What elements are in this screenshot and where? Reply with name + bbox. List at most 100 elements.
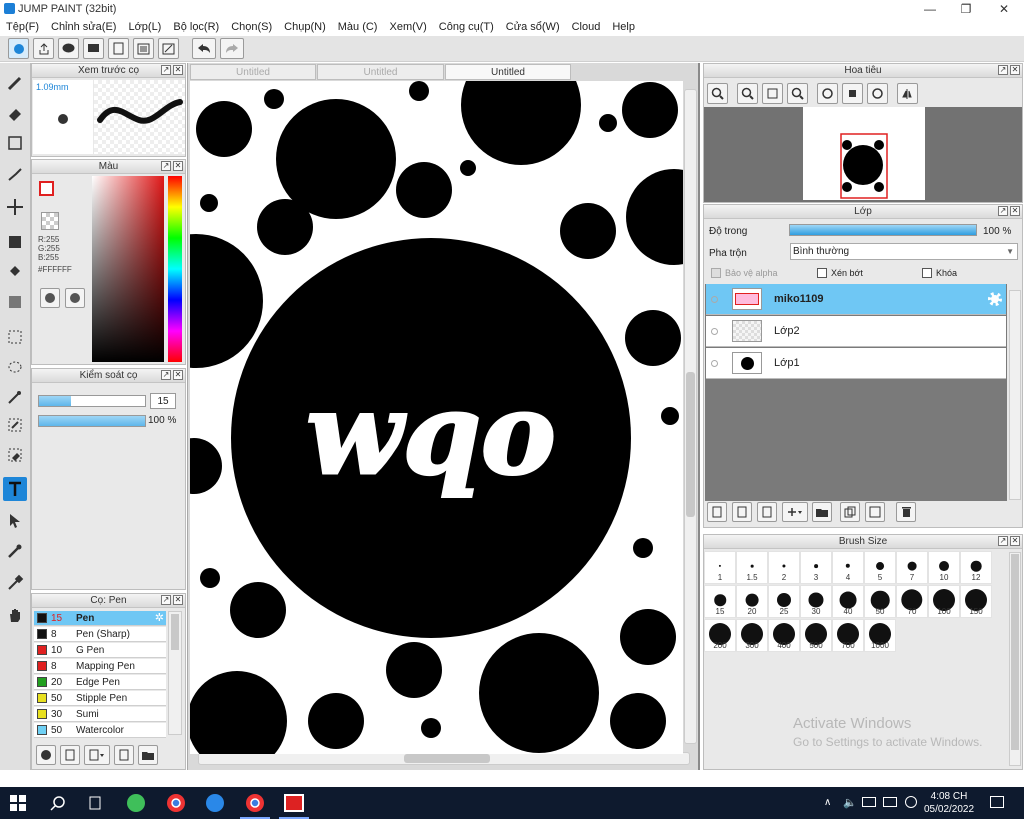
menu-filter[interactable]: Bộ lọc(R) [167, 18, 225, 36]
new-layer-8bit-icon[interactable] [732, 502, 752, 522]
task-view-icon[interactable] [85, 793, 105, 813]
brush-size-input[interactable]: 15 [150, 393, 176, 409]
brush-list-item[interactable]: 50 Watercolor [34, 723, 166, 738]
bucket-tool-icon[interactable] [3, 260, 27, 284]
redo-button[interactable] [220, 38, 244, 59]
brush-size-cell[interactable]: 7 [896, 551, 928, 584]
brush-size-cell[interactable]: 50 [864, 585, 896, 618]
move-tool-icon[interactable] [3, 195, 27, 219]
protect-alpha-checkbox[interactable] [711, 268, 721, 278]
merge-layer-icon[interactable] [865, 502, 885, 522]
layer-list-scrollbar[interactable] [1009, 290, 1021, 500]
brush-list-item[interactable]: 15 Pen ✲ [34, 611, 166, 626]
close-icon[interactable]: ✕ [1010, 536, 1020, 546]
brush-settings-icon[interactable] [36, 745, 56, 765]
brush-list-item[interactable]: 30 Sumi [34, 707, 166, 722]
new-brush-icon[interactable] [60, 745, 80, 765]
blend-mode-select[interactable]: Bình thường ▼ [790, 243, 1018, 260]
notification-icon[interactable] [990, 796, 1004, 808]
windows-start-icon[interactable] [8, 793, 28, 813]
bluetooth-icon[interactable] [905, 796, 917, 808]
palette-icon[interactable] [40, 288, 60, 308]
eyedropper-tool-icon[interactable] [3, 571, 27, 595]
new-layer-icon[interactable] [707, 502, 727, 522]
operation-tool-icon[interactable] [3, 508, 27, 532]
doc-tab-3[interactable]: Untitled [445, 64, 571, 80]
brush-size-cell[interactable]: 3 [800, 551, 832, 584]
brush-size-cell[interactable]: 15 [704, 585, 736, 618]
select-eraser-icon[interactable] [3, 443, 27, 467]
color-saturation-picker[interactable] [92, 176, 164, 362]
fit-screen-icon[interactable] [762, 83, 783, 104]
brush-size-cell[interactable]: 300 [736, 619, 768, 652]
minimize-button[interactable]: — [912, 0, 948, 18]
reset-view-icon[interactable] [842, 83, 863, 104]
menu-layer[interactable]: Lớp(L) [122, 18, 167, 36]
menu-tools[interactable]: Công cụ(T) [433, 18, 500, 36]
edit-list-icon[interactable] [158, 38, 179, 59]
jump-paint-icon[interactable] [283, 793, 305, 813]
primary-color-swatch[interactable] [39, 181, 54, 196]
cloud-icon[interactable] [8, 38, 29, 59]
gear-icon[interactable] [988, 292, 1002, 306]
brush-size-cell[interactable]: 2 [768, 551, 800, 584]
save-brush-icon[interactable] [114, 745, 134, 765]
clock-date[interactable]: 05/02/2022 [924, 804, 974, 815]
gear-icon[interactable]: ✲ [155, 611, 164, 626]
brush-list-item[interactable]: 50 Stipple Pen [34, 691, 166, 706]
menu-help[interactable]: Help [606, 18, 641, 36]
layer-row-miko1109[interactable]: miko1109 [706, 284, 1006, 315]
brush-size-cell[interactable]: 1 [704, 551, 736, 584]
layer-opacity-slider[interactable] [789, 224, 977, 236]
trash-icon[interactable] [896, 502, 916, 522]
zalo-icon[interactable] [205, 793, 225, 813]
doc-tab-2[interactable]: Untitled [317, 64, 444, 80]
hue-slider[interactable] [168, 176, 182, 362]
menu-color[interactable]: Màu (C) [332, 18, 384, 36]
brush-size-cell[interactable]: 4 [832, 551, 864, 584]
brush-folder-icon[interactable] [138, 745, 158, 765]
tray-chevron-icon[interactable]: ∧ [824, 797, 831, 808]
popout-icon[interactable]: ↗ [161, 161, 171, 171]
lock-checkbox[interactable] [922, 268, 932, 278]
close-icon[interactable]: ✕ [173, 65, 183, 75]
artboard[interactable]: wqo [190, 81, 683, 754]
close-icon[interactable]: ✕ [173, 595, 183, 605]
pen-tool-icon[interactable] [3, 71, 27, 95]
visibility-icon[interactable] [711, 360, 718, 367]
chrome-icon[interactable] [166, 793, 186, 813]
display-icon[interactable] [883, 797, 897, 807]
layer-row-lop1[interactable]: Lớp1 [706, 348, 1006, 379]
maximize-button[interactable]: ❐ [948, 0, 984, 18]
brush-size-cell[interactable]: 12 [960, 551, 992, 584]
brush-size-cell[interactable]: 1000 [864, 619, 896, 652]
list-icon[interactable] [133, 38, 154, 59]
text-tool-icon[interactable] [3, 477, 27, 501]
brush-size-slider[interactable] [38, 395, 146, 407]
menu-view[interactable]: Xem(V) [383, 18, 432, 36]
select-pen-icon[interactable] [3, 413, 27, 437]
shape-tool-icon[interactable] [3, 131, 27, 155]
brush-size-cell[interactable]: 70 [896, 585, 928, 618]
fill-rect-tool-icon[interactable] [3, 230, 27, 254]
lasso-select-icon[interactable] [3, 355, 27, 379]
document-icon[interactable] [108, 38, 129, 59]
popout-icon[interactable]: ↗ [998, 65, 1008, 75]
menu-select[interactable]: Chọn(S) [225, 18, 278, 36]
edge-browser-icon[interactable] [126, 793, 146, 813]
close-button[interactable]: ✕ [986, 0, 1022, 18]
zoom-plus-icon[interactable] [737, 83, 758, 104]
undo-button[interactable] [192, 38, 216, 59]
menu-window[interactable]: Cửa sổ(W) [500, 18, 566, 36]
popout-icon[interactable]: ↗ [161, 65, 171, 75]
brush-size-cell[interactable]: 10 [928, 551, 960, 584]
brush-size-cell[interactable]: 40 [832, 585, 864, 618]
visibility-icon[interactable] [711, 296, 718, 303]
eraser-tool-icon[interactable] [3, 101, 27, 125]
close-icon[interactable]: ✕ [1010, 206, 1020, 216]
menu-cloud[interactable]: Cloud [566, 18, 607, 36]
new-layer-1bit-icon[interactable] [757, 502, 777, 522]
menu-edit[interactable]: Chỉnh sửa(E) [45, 18, 122, 36]
popout-icon[interactable]: ↗ [998, 536, 1008, 546]
clipping-checkbox[interactable] [817, 268, 827, 278]
